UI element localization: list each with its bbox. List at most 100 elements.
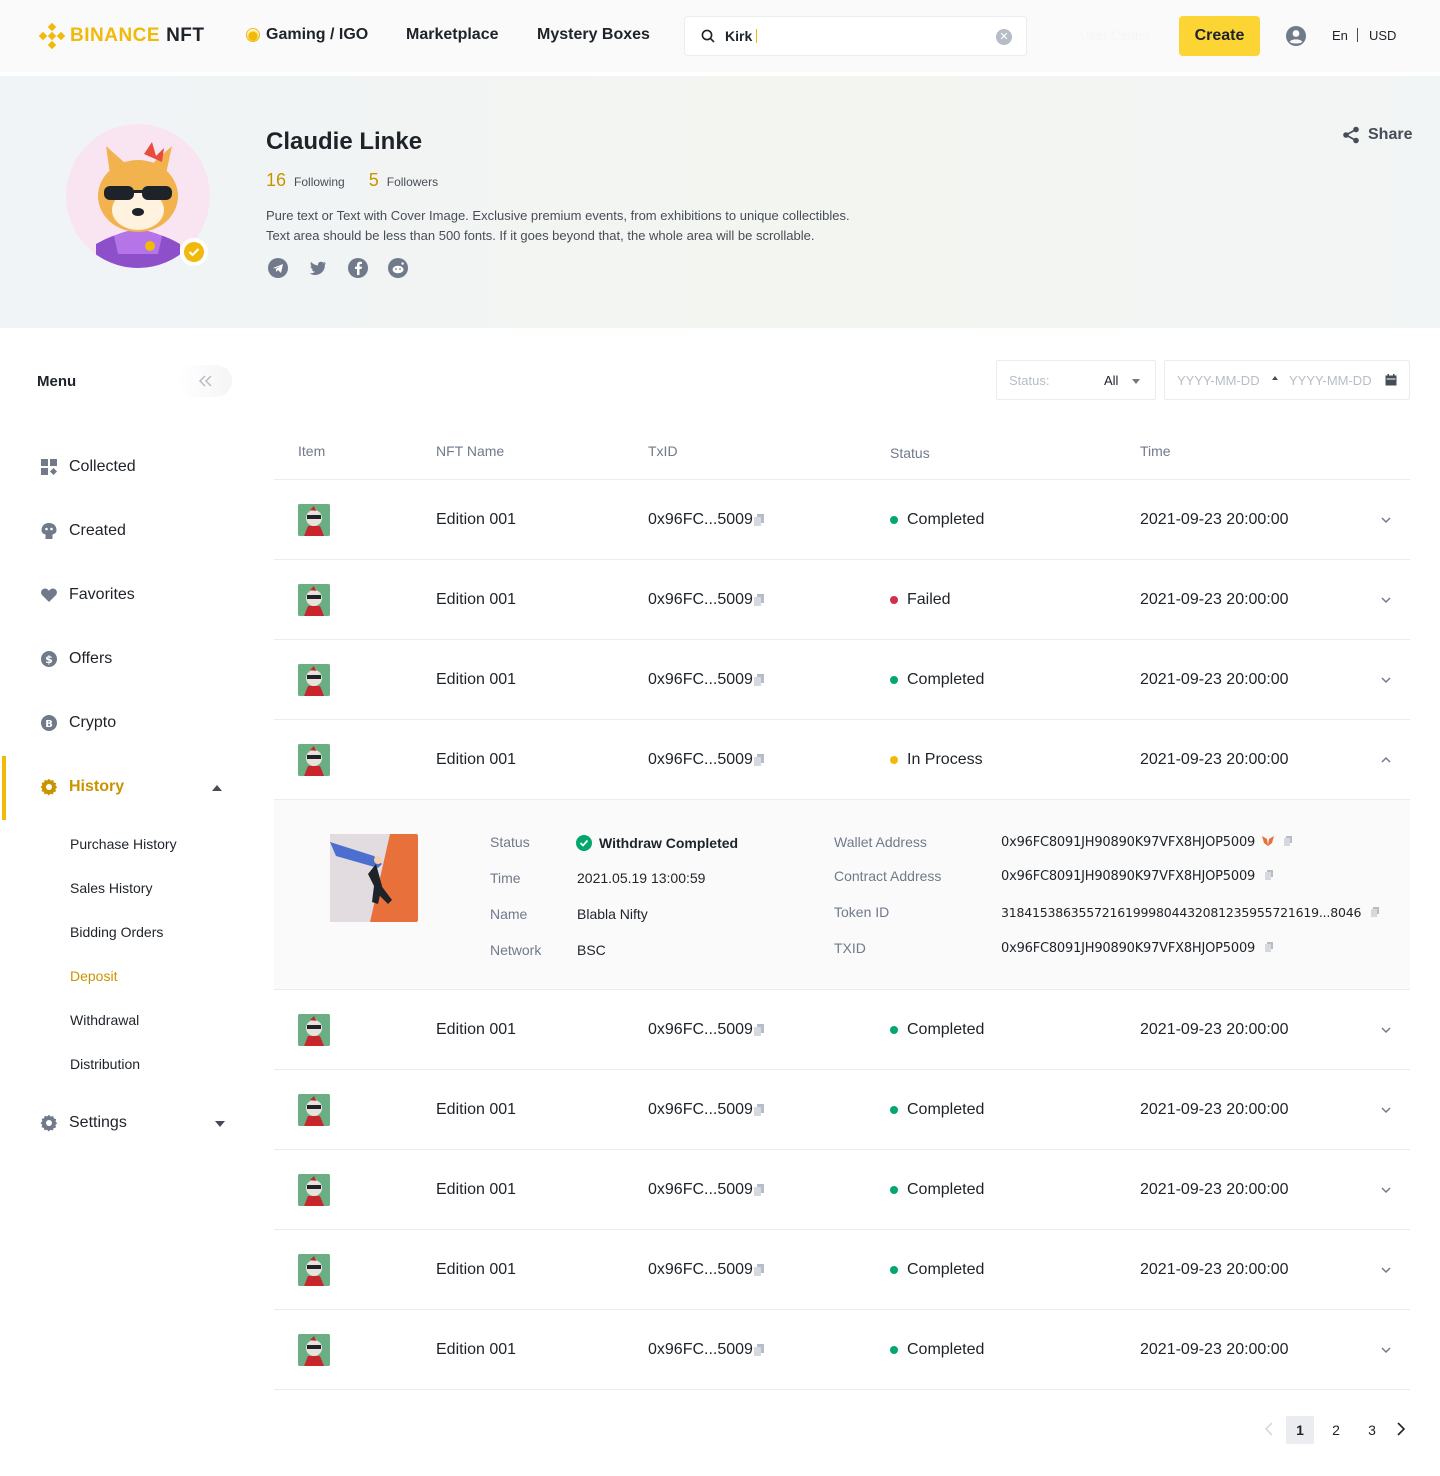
submenu-withdrawal[interactable]: Withdrawal (70, 1012, 139, 1028)
table-row[interactable]: Edition 001 0x96FC...5009 Completed 2021-09… (274, 1310, 1410, 1390)
nft-name: Edition 001 (436, 671, 517, 688)
copy-icon[interactable] (754, 1184, 764, 1196)
txid-text: 0x96FC8091JH90890K97VFX8HJOP5009 (1001, 941, 1256, 956)
caret-up-icon[interactable] (212, 785, 222, 791)
copy-icon[interactable] (1370, 907, 1379, 917)
submenu-purchase-history[interactable]: Purchase History (70, 836, 177, 852)
sidebar-item-offers[interactable]: $ Offers (40, 650, 112, 668)
reddit-icon[interactable] (388, 258, 408, 278)
submenu-sales-history[interactable]: Sales History (70, 880, 152, 896)
chevron-down-icon[interactable] (1380, 1184, 1392, 1196)
submenu-distribution[interactable]: Distribution (70, 1056, 140, 1072)
create-button[interactable]: Create (1179, 16, 1260, 56)
search-input[interactable]: Kirk (725, 28, 758, 44)
copy-icon[interactable] (754, 594, 764, 606)
caret-down-icon[interactable] (215, 1121, 225, 1127)
submenu-bidding-orders[interactable]: Bidding Orders (70, 924, 163, 940)
table-row[interactable]: Edition 001 0x96FC...5009 In Process 2021-0… (274, 720, 1410, 800)
col-header-time: Time (1140, 443, 1171, 459)
clear-search-icon[interactable]: ✕ (996, 29, 1012, 45)
search-box[interactable]: Kirk ✕ (684, 16, 1027, 56)
followers-label[interactable]: Followers (387, 175, 438, 189)
copy-icon[interactable] (1283, 836, 1292, 846)
sidebar-item-label: Created (69, 522, 126, 539)
sidebar-item-settings[interactable]: Settings (40, 1114, 127, 1132)
following-label[interactable]: Following (294, 175, 345, 189)
table-row[interactable]: Edition 001 0x96FC...5009 Completed 2021-09… (274, 1230, 1410, 1310)
sidebar-item-collected[interactable]: Collected (40, 458, 136, 476)
collapse-menu-button[interactable] (178, 365, 232, 397)
status-filter-select[interactable]: Status: All (996, 360, 1156, 400)
status-text: Completed (907, 1181, 985, 1198)
status-dot (890, 516, 898, 524)
nft-thumbnail (298, 1334, 330, 1366)
detail-name-value: Blabla Nifty (577, 906, 648, 922)
date-from-input[interactable]: YYYY-MM-DD (1177, 373, 1260, 388)
table-row[interactable]: Edition 001 0x96FC...5009 Completed 2021-09… (274, 1150, 1410, 1230)
sidebar-item-crypto[interactable]: B Crypto (40, 714, 116, 732)
page-2-button[interactable]: 2 (1322, 1416, 1350, 1444)
copy-icon[interactable] (1265, 870, 1274, 880)
chevron-down-icon[interactable] (1380, 1344, 1392, 1356)
nav-mystery-boxes[interactable]: Mystery Boxes (537, 26, 650, 44)
copy-icon[interactable] (754, 1104, 764, 1116)
copy-icon[interactable] (754, 1024, 764, 1036)
date-range-picker[interactable]: YYYY-MM-DD YYYY-MM-DD (1164, 360, 1410, 400)
table-row[interactable]: Edition 001 0x96FC...5009 Completed 2021-09… (274, 1070, 1410, 1150)
sidebar-item-favorites[interactable]: Favorites (40, 586, 135, 604)
detail-token-label: Token ID (834, 904, 890, 920)
nav-gaming-igo[interactable]: Gaming / IGO (246, 26, 368, 44)
date-to-input[interactable]: YYYY-MM-DD (1289, 373, 1372, 388)
nft-name: Edition 001 (436, 1181, 517, 1198)
page-3-button[interactable]: 3 (1358, 1416, 1386, 1444)
page-1-button[interactable]: 1 (1286, 1416, 1314, 1444)
followers-count[interactable]: 5 (369, 170, 379, 191)
copy-icon[interactable] (1265, 942, 1274, 952)
binance-nft-logo[interactable]: BINANCE NFT (38, 22, 205, 50)
table-row[interactable]: Edition 001 0x96FC...5009 Failed 2021-09-23… (274, 560, 1410, 640)
txid-value: 0x96FC...5009 (648, 1341, 753, 1358)
status-filter-value: All (1104, 373, 1119, 388)
chevron-down-icon[interactable] (1380, 1024, 1392, 1036)
chevron-down-icon[interactable] (1380, 514, 1392, 526)
submenu-deposit[interactable]: Deposit (70, 968, 117, 984)
follow-stats: 16 Following 5 Followers (266, 170, 462, 191)
status-text: Completed (907, 1101, 985, 1118)
nft-thumbnail (298, 1014, 330, 1046)
nav-marketplace[interactable]: Marketplace (406, 26, 499, 44)
copy-icon[interactable] (754, 1344, 764, 1356)
status-cell: Completed (890, 1021, 984, 1039)
sidebar-item-history[interactable]: History (40, 778, 124, 796)
currency-selector[interactable]: USD (1369, 28, 1396, 43)
chevron-down-icon[interactable] (1380, 1104, 1392, 1116)
chevron-down-icon[interactable] (1380, 1264, 1392, 1276)
facebook-icon[interactable] (348, 258, 368, 278)
calendar-icon[interactable] (1385, 374, 1397, 386)
copy-icon[interactable] (754, 674, 764, 686)
share-button[interactable]: Share (1342, 126, 1412, 144)
language-selector[interactable]: En (1332, 28, 1348, 43)
prev-page-icon[interactable] (1264, 1422, 1274, 1436)
chevron-down-icon[interactable] (1380, 594, 1392, 606)
table-row[interactable]: Edition 001 0x96FC...5009 Completed 2021-09… (274, 990, 1410, 1070)
table-row[interactable]: Edition 001 0x96FC...5009 Completed 2021-09… (274, 640, 1410, 720)
sidebar-item-created[interactable]: Created (40, 522, 126, 540)
user-avatar-icon[interactable] (1286, 26, 1306, 46)
user-center-link[interactable]: User Center (1080, 28, 1150, 43)
chevron-down-icon[interactable] (1380, 674, 1392, 686)
telegram-icon[interactable] (268, 258, 288, 278)
grid-icon (41, 459, 57, 475)
svg-text:B: B (45, 719, 53, 730)
nft-thumbnail (298, 504, 330, 536)
table-row[interactable]: Edition 001 0x96FC...5009 Completed 2021-09… (274, 480, 1410, 560)
next-page-icon[interactable] (1396, 1422, 1406, 1436)
copy-icon[interactable] (754, 514, 764, 526)
status-cell: In Process (890, 751, 983, 769)
chevron-up-icon[interactable] (1380, 754, 1392, 766)
copy-icon[interactable] (754, 1264, 764, 1276)
copy-icon[interactable] (754, 754, 764, 766)
following-count[interactable]: 16 (266, 170, 286, 191)
nft-name: Edition 001 (436, 591, 517, 608)
bitcoin-icon: B (41, 715, 57, 731)
twitter-icon[interactable] (308, 258, 328, 278)
